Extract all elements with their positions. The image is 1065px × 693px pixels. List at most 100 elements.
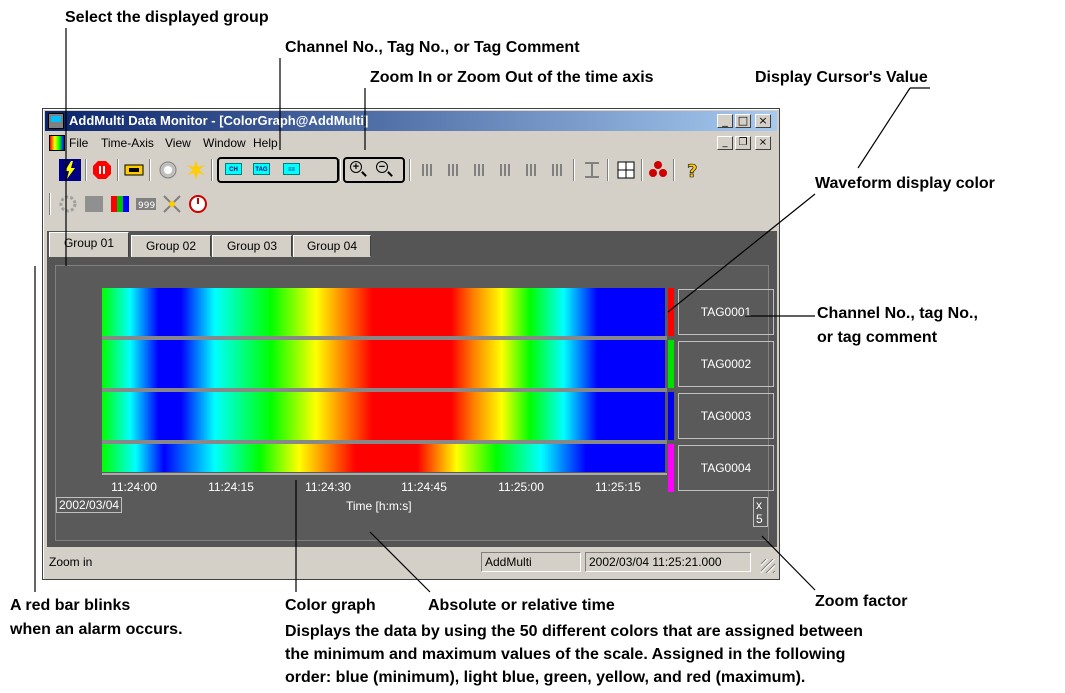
menu-file[interactable]: File [69, 136, 88, 150]
tag-label[interactable]: TAG0002 [678, 341, 774, 387]
secondary-toolbar: 999 [45, 189, 777, 223]
app-icon [48, 113, 64, 129]
maximize-button[interactable]: □ [735, 114, 751, 128]
toolbar-separator [573, 159, 575, 181]
title-bar[interactable]: AddMulti Data Monitor - [ColorGraph@AddM… [45, 111, 777, 131]
time-axis-label[interactable]: Time [h:m:s] [346, 499, 412, 513]
mdi-close-button[interactable]: × [755, 136, 771, 150]
zoom-in-icon[interactable]: + [347, 159, 369, 181]
time-tick-label: 11:24:30 [305, 480, 351, 494]
sparkle-icon[interactable] [185, 159, 207, 181]
tag-label[interactable]: TAG0003 [678, 393, 774, 439]
flash-icon[interactable] [59, 159, 81, 181]
time-tick-label: 11:24:00 [111, 480, 157, 494]
toolbar-separator [49, 193, 51, 215]
callout-color-graph: Color graph [285, 597, 376, 614]
color-strip-tag0002[interactable] [102, 340, 665, 388]
zoom-out-icon[interactable]: − [373, 159, 395, 181]
close-button[interactable]: × [755, 114, 771, 128]
callout-channel-tag-lower-1: Channel No., tag No., [817, 305, 978, 322]
callout-select-group: Select the displayed group [65, 9, 269, 26]
help-icon[interactable]: ? [681, 159, 703, 183]
toolbar-separator [339, 159, 341, 181]
time-tick-label: 11:25:00 [498, 480, 544, 494]
color-block-icon[interactable] [109, 193, 131, 215]
callout-red-bar-2: when an alarm occurs. [10, 621, 183, 638]
callout-zoom-factor: Zoom factor [815, 593, 908, 610]
circle-icon[interactable] [157, 159, 179, 181]
time-tick-label: 11:24:45 [401, 480, 447, 494]
tag-icon[interactable]: TAG [251, 159, 273, 181]
digital-icon[interactable]: 999 [135, 193, 157, 215]
main-toolbar: CH TAG ≡≡ + − ? [45, 155, 777, 185]
tab-group-01[interactable]: Group 01 [49, 232, 129, 258]
bars6-icon[interactable] [547, 159, 569, 181]
comment-icon[interactable]: ≡≡ [281, 159, 303, 181]
star-icon[interactable] [161, 193, 183, 215]
toolbar-separator [409, 159, 411, 181]
people-icon[interactable] [647, 159, 669, 181]
toolbar-separator [607, 159, 609, 181]
app-window: AddMulti Data Monitor - [ColorGraph@AddM… [42, 108, 780, 580]
toolbar-separator [117, 159, 119, 181]
svg-text:?: ? [687, 161, 697, 181]
tag-label[interactable]: TAG0001 [678, 289, 774, 335]
toolbar-separator [85, 159, 87, 181]
bars5-icon[interactable] [521, 159, 543, 181]
menu-time-axis[interactable]: Time-Axis [101, 136, 154, 150]
callout-red-bar-1: A red bar blinks [10, 597, 131, 614]
record-icon[interactable] [123, 159, 145, 181]
status-source: AddMulti [481, 552, 581, 572]
time-tick-label: 11:24:15 [208, 480, 254, 494]
resize-grip[interactable] [761, 559, 775, 573]
gray-block-icon[interactable] [83, 193, 105, 215]
graph-frame: TAG0001 TAG0002 TAG0003 TAG0004 11:24:00… [55, 265, 774, 541]
minimize-button[interactable]: _ [717, 114, 733, 128]
callout-waveform-color: Waveform display color [815, 175, 995, 192]
color-strip-tag0004[interactable] [102, 444, 665, 472]
bars1-icon[interactable] [417, 159, 439, 181]
menu-window[interactable]: Window [203, 136, 246, 150]
bars4-icon[interactable] [495, 159, 517, 181]
time-axis-line [102, 473, 667, 475]
callout-zoom-time: Zoom In or Zoom Out of the time axis [370, 69, 654, 86]
clock-icon[interactable] [187, 193, 209, 215]
cursor-value-icon[interactable] [615, 159, 637, 181]
color-strip-tag0003[interactable] [102, 392, 665, 440]
tab-group-02[interactable]: Group 02 [131, 235, 211, 257]
waveform-color-chip [668, 444, 674, 492]
description-line: the minimum and maximum values of the sc… [285, 646, 846, 663]
waveform-color-chip [668, 392, 674, 440]
document-icon[interactable] [49, 135, 65, 151]
toolbar-separator [673, 159, 675, 181]
status-message: Zoom in [49, 555, 93, 569]
description-line: order: blue (minimum), light blue, green… [285, 669, 806, 686]
toolbar-separator [641, 159, 643, 181]
stop-icon[interactable] [91, 159, 113, 181]
menu-help[interactable]: Help [253, 136, 278, 150]
mdi-minimize-button[interactable]: _ [717, 136, 733, 150]
color-graph-panel: TAG0001 TAG0002 TAG0003 TAG0004 11:24:00… [47, 257, 777, 547]
menu-view[interactable]: View [165, 136, 191, 150]
bars2-icon[interactable] [443, 159, 465, 181]
gear-icon[interactable] [57, 193, 79, 215]
group-tabs: Group 01 Group 02 Group 03 Group 04 [47, 231, 777, 258]
svg-text:999: 999 [138, 201, 155, 211]
bars3-icon[interactable] [469, 159, 491, 181]
window-title: AddMulti Data Monitor - [ColorGraph@AddM… [69, 113, 369, 128]
tag-label[interactable]: TAG0004 [678, 445, 774, 491]
tab-group-04[interactable]: Group 04 [293, 235, 371, 257]
zoom-factor-label: x 5 [753, 497, 768, 527]
tab-group-03[interactable]: Group 03 [212, 235, 292, 257]
color-strip-tag0001[interactable] [102, 288, 665, 336]
waveform-color-chip [668, 288, 674, 336]
scale-icon[interactable] [581, 159, 603, 181]
menu-bar: File Time-Axis View Window Help _ ❐ × [45, 133, 777, 153]
ch-icon[interactable]: CH [223, 159, 245, 181]
callout-channel-tag: Channel No., Tag No., or Tag Comment [285, 39, 580, 56]
status-bar: Zoom in AddMulti 2002/03/04 11:25:21.000 [45, 549, 777, 575]
mdi-restore-button[interactable]: ❐ [735, 136, 751, 150]
toolbar-separator [149, 159, 151, 181]
description: Displays the data by using the 50 differ… [285, 620, 1055, 689]
toolbar-separator [211, 159, 213, 181]
